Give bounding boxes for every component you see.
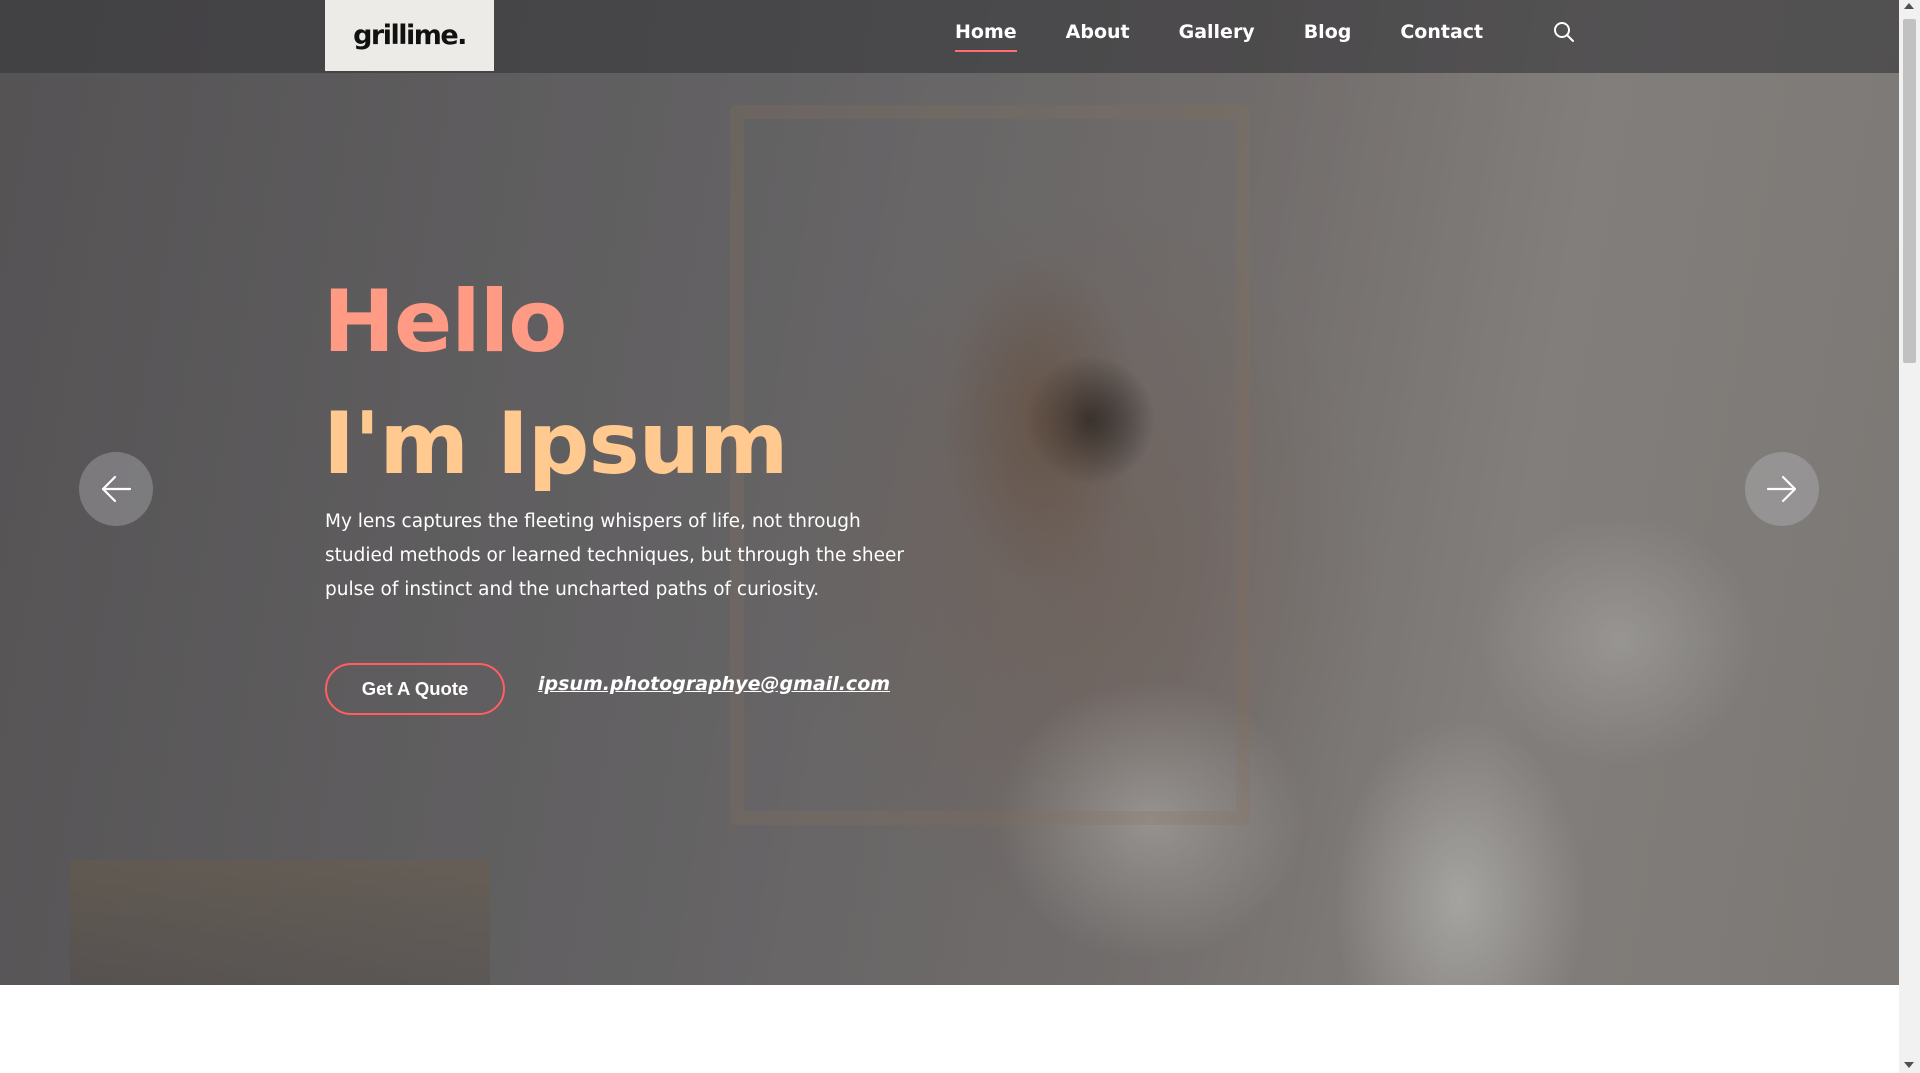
header-bar: grillime. Home About Gallery Blog Contac… xyxy=(0,0,1899,73)
previous-slide-button[interactable] xyxy=(79,452,153,526)
scroll-up-icon[interactable] xyxy=(1904,3,1914,9)
logo-text: grillime. xyxy=(353,20,467,51)
hero-greeting: Hello xyxy=(323,272,567,372)
hero-name: I'm Ipsum xyxy=(323,394,788,494)
hero-overlay xyxy=(0,0,1899,985)
search-icon[interactable] xyxy=(1552,20,1576,44)
arrow-left-icon xyxy=(101,475,132,503)
get-a-quote-button[interactable]: Get A Quote xyxy=(325,663,505,715)
logo[interactable]: grillime. xyxy=(325,0,494,71)
nav-item-blog[interactable]: Blog xyxy=(1304,20,1352,52)
email-link[interactable]: ipsum.photographye@gmail.com xyxy=(538,673,890,695)
next-slide-button[interactable] xyxy=(1745,452,1819,526)
arrow-right-icon xyxy=(1766,475,1797,503)
main-nav: Home About Gallery Blog Contact xyxy=(955,20,1532,52)
scroll-down-icon[interactable] xyxy=(1904,1062,1914,1068)
hero-description: My lens captures the fleeting whispers o… xyxy=(325,511,904,600)
nav-item-about[interactable]: About xyxy=(1066,20,1130,52)
nav-item-gallery[interactable]: Gallery xyxy=(1179,20,1255,52)
nav-item-contact[interactable]: Contact xyxy=(1400,20,1483,52)
scrollbar-thumb[interactable] xyxy=(1903,19,1916,363)
page: grillime. Home About Gallery Blog Contac… xyxy=(0,0,1899,1073)
hero-slider: grillime. Home About Gallery Blog Contac… xyxy=(0,0,1899,985)
nav-item-home[interactable]: Home xyxy=(955,20,1017,52)
page-scrollbar[interactable] xyxy=(1899,0,1920,1073)
